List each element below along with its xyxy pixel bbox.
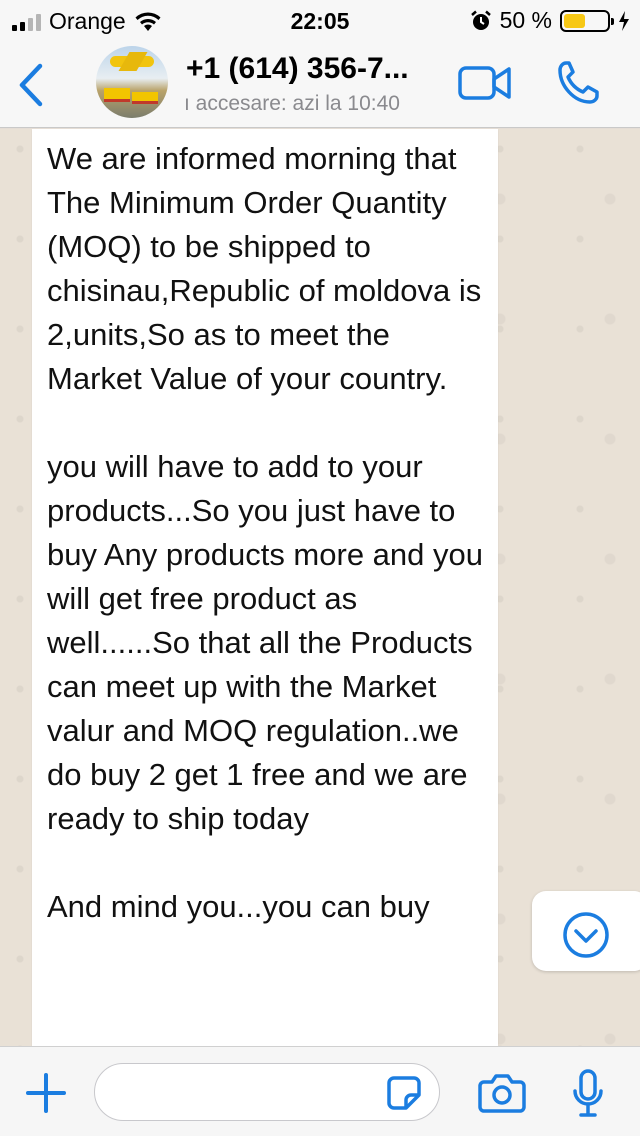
message-paragraph: you will have to add to your products...… <box>47 449 483 836</box>
video-call-icon <box>458 66 511 100</box>
sticker-icon <box>387 1076 421 1110</box>
battery-icon <box>560 9 614 32</box>
back-button[interactable] <box>14 62 50 108</box>
status-right: 50 % <box>470 7 630 34</box>
message-bubble[interactable]: We are informed morning that The Minimum… <box>32 129 498 1046</box>
sticker-button[interactable] <box>386 1075 422 1111</box>
input-bar <box>0 1046 640 1136</box>
avatar-van-shape <box>104 88 130 102</box>
phone-call-button[interactable] <box>556 60 600 106</box>
contact-name[interactable]: +1 (614) 356-7... <box>186 52 409 86</box>
chat-area[interactable]: We are informed morning that The Minimum… <box>0 129 640 1046</box>
chat-header: +1 (614) 356-7... ı accesare: azi la 10:… <box>0 42 640 128</box>
contact-avatar[interactable] <box>96 46 168 118</box>
plus-icon <box>26 1073 66 1113</box>
camera-icon <box>478 1074 526 1113</box>
battery-fill <box>564 13 585 28</box>
microphone-button[interactable] <box>572 1069 604 1119</box>
microphone-icon <box>573 1069 603 1117</box>
battery-percent: 50 % <box>499 7 552 33</box>
scroll-to-bottom-button[interactable] <box>532 891 640 971</box>
status-bar: Orange 22:05 50 % <box>0 0 640 42</box>
back-chevron-icon <box>19 63 43 107</box>
avatar-van-shape <box>132 92 158 104</box>
message-paragraph: And mind you...you can buy <box>47 889 430 924</box>
video-call-button[interactable] <box>458 64 512 102</box>
camera-button[interactable] <box>478 1073 526 1113</box>
message-paragraph: We are informed morning that The Minimum… <box>47 141 482 396</box>
phone-call-icon <box>558 61 599 104</box>
message-text: We are informed morning that The Minimum… <box>47 137 492 973</box>
attach-button[interactable] <box>24 1071 68 1115</box>
chevron-down-circle-icon <box>563 912 609 958</box>
avatar-plane-shape <box>110 56 154 67</box>
alarm-icon <box>470 10 491 30</box>
charging-icon <box>619 10 629 31</box>
last-seen-status[interactable]: ı accesare: azi la 10:40 <box>184 92 400 116</box>
